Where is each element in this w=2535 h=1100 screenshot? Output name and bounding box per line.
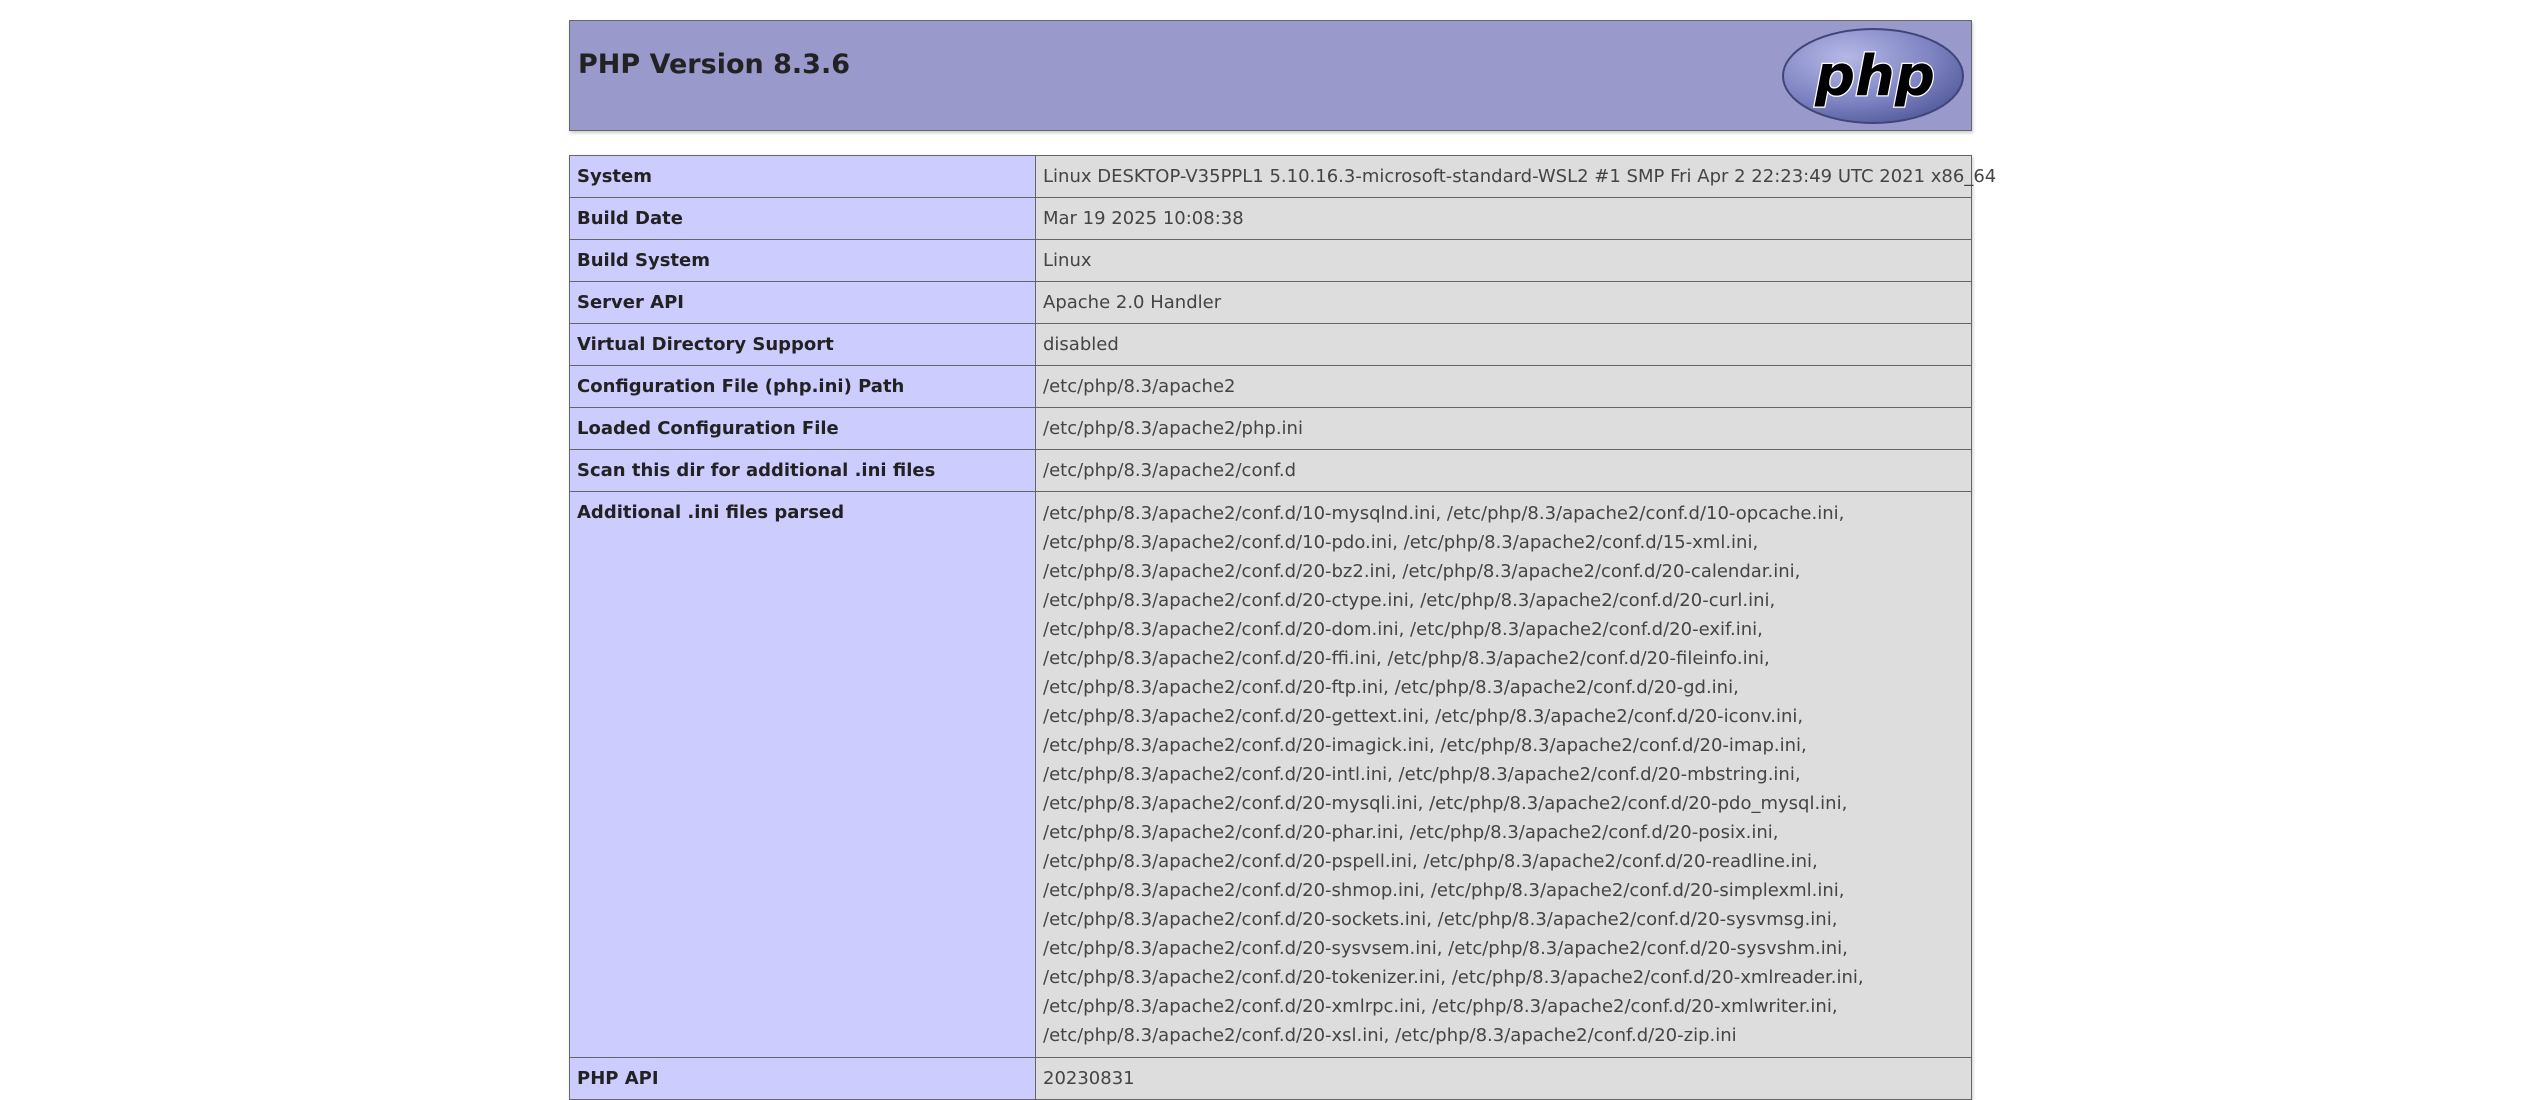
ini-file-line: /etc/php/8.3/apache2/conf.d/20-mysqli.in… bbox=[1043, 793, 1848, 814]
page-title: PHP Version 8.3.6 bbox=[578, 49, 850, 80]
table-row: Build System Linux bbox=[569, 239, 1972, 282]
row-key: Loaded Configuration File bbox=[569, 407, 1036, 450]
row-value: /etc/php/8.3/apache2/conf.d bbox=[1035, 449, 1972, 492]
row-value: /etc/php/8.3/apache2 bbox=[1035, 365, 1972, 408]
ini-file-line: /etc/php/8.3/apache2/conf.d/20-imagick.i… bbox=[1043, 735, 1807, 756]
ini-file-line: /etc/php/8.3/apache2/conf.d/20-dom.ini, … bbox=[1043, 619, 1763, 640]
row-key: Server API bbox=[569, 281, 1036, 324]
row-key: Virtual Directory Support bbox=[569, 323, 1036, 366]
table-row: Scan this dir for additional .ini files /… bbox=[569, 449, 1972, 492]
ini-file-line: /etc/php/8.3/apache2/conf.d/20-sockets.i… bbox=[1043, 909, 1838, 930]
ini-file-line: /etc/php/8.3/apache2/conf.d/10-mysqlnd.i… bbox=[1043, 503, 1845, 524]
table-row: Configuration File (php.ini) Path/etc/ph… bbox=[569, 365, 1972, 408]
ini-file-line: /etc/php/8.3/apache2/conf.d/20-ctype.ini… bbox=[1043, 590, 1776, 611]
row-value: disabled bbox=[1035, 323, 1972, 366]
table-row: Additional .ini files parsed/etc/php/8.3… bbox=[569, 491, 1972, 1058]
table-row: Loaded Configuration File/etc/php/8.3/ap… bbox=[569, 407, 1972, 450]
ini-file-line: /etc/php/8.3/apache2/conf.d/20-ftp.ini, … bbox=[1043, 677, 1739, 698]
ini-file-line: /etc/php/8.3/apache2/conf.d/20-pspell.in… bbox=[1043, 851, 1818, 872]
row-key: System bbox=[569, 155, 1036, 198]
row-key: Build Date bbox=[569, 197, 1036, 240]
row-key: Build System bbox=[569, 239, 1036, 282]
ini-file-line: /etc/php/8.3/apache2/conf.d/20-ffi.ini, … bbox=[1043, 648, 1770, 669]
info-table: System Linux DESKTOP-V35PPL1 5.10.16.3-mi… bbox=[569, 155, 1996, 1100]
row-key: PHP API bbox=[569, 1057, 1036, 1100]
phpinfo-container: PHP Version 8.3.6 php System Linux DESKTO… bbox=[569, 20, 1996, 1100]
table-row: Server API Apache 2.0 Handler bbox=[569, 281, 1972, 324]
php-logo-icon[interactable]: php bbox=[1781, 27, 1965, 125]
row-key: Additional .ini files parsed bbox=[569, 491, 1036, 1058]
ini-file-line: /etc/php/8.3/apache2/conf.d/20-xmlrpc.in… bbox=[1043, 996, 1838, 1017]
row-value: 20230831 bbox=[1035, 1057, 1972, 1100]
ini-file-line: /etc/php/8.3/apache2/conf.d/20-intl.ini,… bbox=[1043, 764, 1801, 785]
row-value: Linux DESKTOP-V35PPL1 5.10.16.3-microsof… bbox=[1035, 155, 1996, 198]
table-row: PHP API 20230831 bbox=[569, 1057, 1972, 1100]
table-row: Build Date Mar 19 2025 10:08:38 bbox=[569, 197, 1972, 240]
row-key: Configuration File (php.ini) Path bbox=[569, 365, 1036, 408]
ini-file-line: /etc/php/8.3/apache2/conf.d/20-shmop.ini… bbox=[1043, 880, 1845, 901]
ini-file-line: /etc/php/8.3/apache2/conf.d/20-phar.ini,… bbox=[1043, 822, 1779, 843]
row-value: /etc/php/8.3/apache2/php.ini bbox=[1035, 407, 1972, 450]
row-value: /etc/php/8.3/apache2/conf.d/10-mysqlnd.i… bbox=[1035, 491, 1972, 1058]
version-header: PHP Version 8.3.6 php bbox=[569, 20, 1972, 131]
ini-file-line: /etc/php/8.3/apache2/conf.d/20-sysvsem.i… bbox=[1043, 938, 1848, 959]
ini-file-line: /etc/php/8.3/apache2/conf.d/20-tokenizer… bbox=[1043, 967, 1864, 988]
svg-text:php: php bbox=[1814, 44, 1935, 109]
row-key: Scan this dir for additional .ini files bbox=[569, 449, 1036, 492]
table-row: Virtual Directory Support disabled bbox=[569, 323, 1972, 366]
ini-file-line: /etc/php/8.3/apache2/conf.d/10-pdo.ini, … bbox=[1043, 532, 1759, 553]
ini-file-line: /etc/php/8.3/apache2/conf.d/20-bz2.ini, … bbox=[1043, 561, 1801, 582]
row-value: Linux bbox=[1035, 239, 1972, 282]
table-row: System Linux DESKTOP-V35PPL1 5.10.16.3-mi… bbox=[569, 155, 1996, 198]
row-value: Mar 19 2025 10:08:38 bbox=[1035, 197, 1972, 240]
ini-file-line: /etc/php/8.3/apache2/conf.d/20-xsl.ini, … bbox=[1043, 1025, 1737, 1046]
row-value: Apache 2.0 Handler bbox=[1035, 281, 1972, 324]
ini-file-line: /etc/php/8.3/apache2/conf.d/20-gettext.i… bbox=[1043, 706, 1804, 727]
